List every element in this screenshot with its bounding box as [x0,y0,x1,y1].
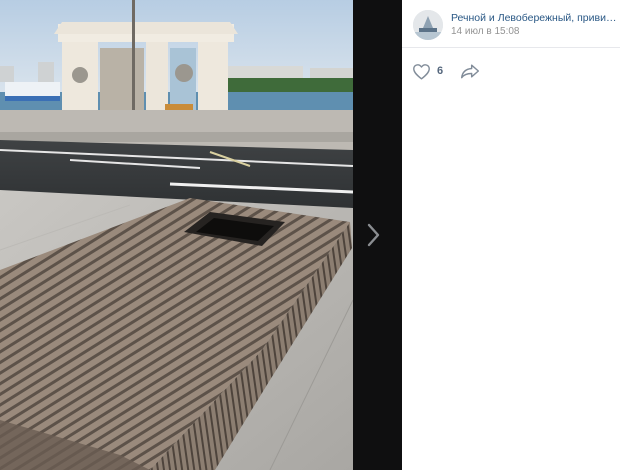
post-actions: 6 [402,49,620,93]
group-name-link[interactable]: Речной и Левобережный, привива... [451,12,617,24]
post-date[interactable]: 14 июл в 15:08 [451,26,520,37]
like-button[interactable]: 6 [412,61,443,81]
heart-icon [413,63,430,80]
share-button[interactable] [460,61,482,81]
photo-viewer: Речной и Левобережный, привива... 14 июл… [0,0,620,470]
post-photo[interactable] [0,0,353,470]
post-header: Речной и Левобережный, привива... 14 июл… [402,0,620,48]
photo-area [0,0,402,470]
post-side-panel: Речной и Левобережный, привива... 14 июл… [402,0,620,470]
chevron-right-icon [367,223,380,247]
next-photo-button[interactable] [353,0,402,470]
like-count: 6 [437,65,444,77]
group-avatar[interactable] [413,10,443,40]
share-arrow-icon [460,64,480,79]
